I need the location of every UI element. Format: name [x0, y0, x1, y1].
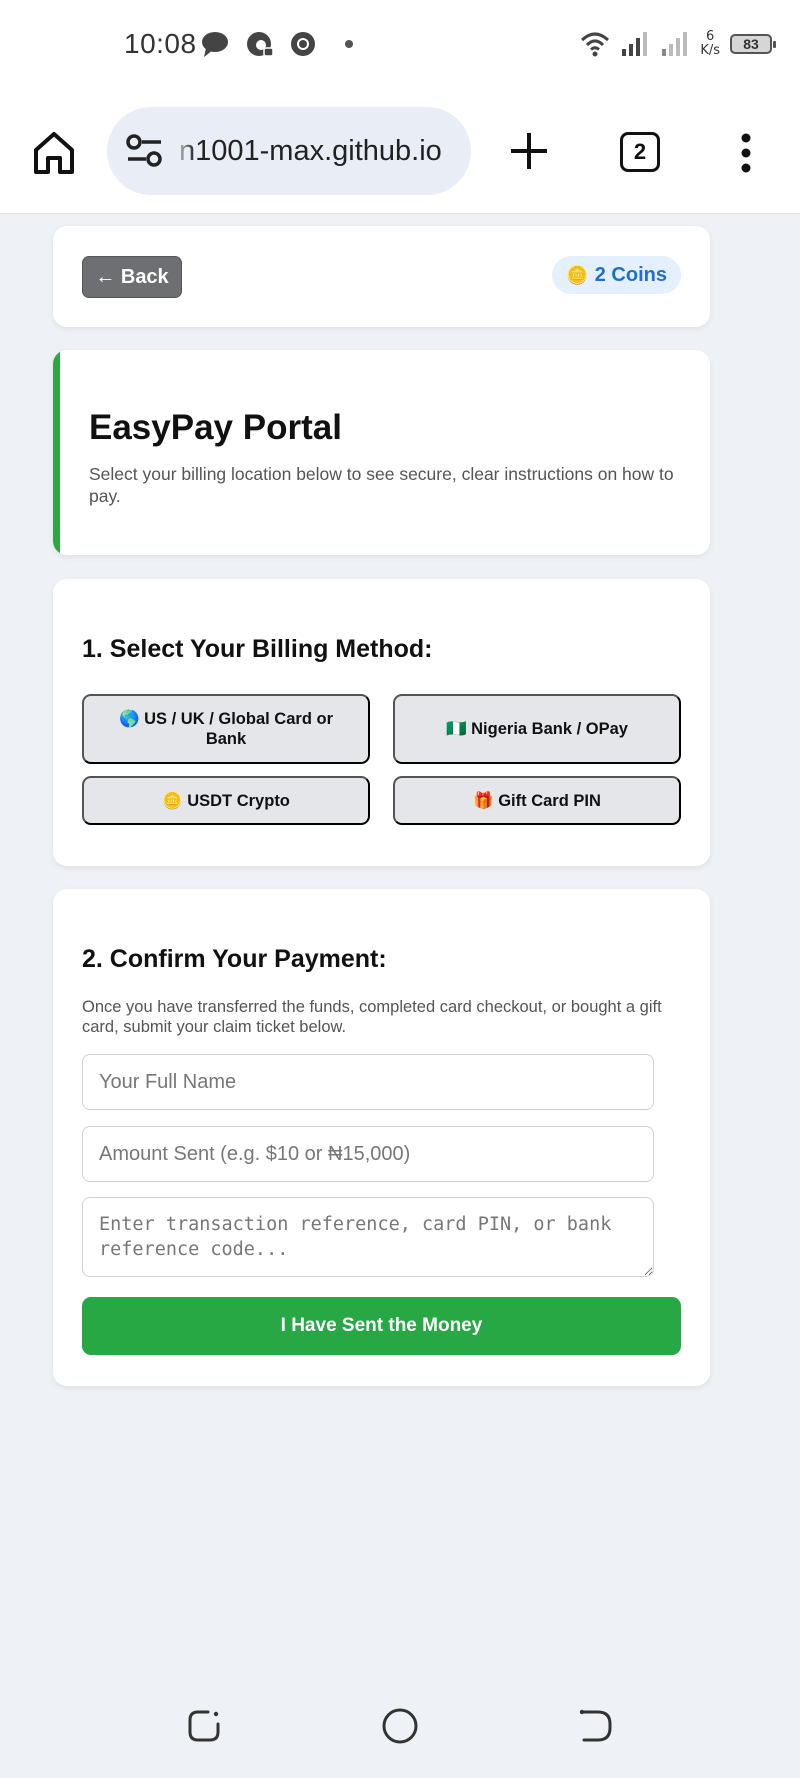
new-tab-icon[interactable] — [508, 130, 550, 172]
method-usdt-crypto-button[interactable]: 🪙 USDT Crypto — [82, 776, 370, 825]
wifi-icon — [581, 32, 610, 57]
tab-count: 2 — [633, 139, 647, 164]
hero-card: EasyPay Portal Select your billing locat… — [53, 350, 710, 555]
url-fade — [173, 107, 195, 195]
status-bar: 10:08 6 K/s 83 — [0, 0, 800, 92]
more-dot-icon — [345, 40, 353, 48]
confirm-section-title: 2. Confirm Your Payment: — [82, 945, 387, 973]
coins-label: 2 Coins — [594, 263, 667, 286]
full-name-input[interactable] — [82, 1054, 654, 1110]
chrome-icon — [291, 32, 315, 56]
url-text[interactable]: n1001-max.github.io — [179, 107, 442, 195]
amount-sent-input[interactable] — [82, 1126, 654, 1182]
signal-icon — [622, 32, 648, 56]
billing-method-card: 1. Select Your Billing Method: 🌎 US / UK… — [53, 579, 710, 866]
status-time: 10:08 — [124, 28, 197, 59]
browser-toolbar: n1001-max.github.io 2 — [0, 92, 800, 214]
method-global-card-bank-button[interactable]: 🌎 US / UK / Global Card or Bank — [82, 694, 370, 764]
address-bar[interactable]: n1001-max.github.io — [107, 107, 471, 195]
network-speed: 6 K/s — [700, 29, 720, 58]
page-title: EasyPay Portal — [89, 408, 342, 447]
header-card: ← Back 🪙 2 Coins — [53, 226, 710, 327]
hero-accent-bar — [53, 350, 60, 555]
tab-switcher-icon[interactable]: 2 — [620, 132, 660, 172]
more-menu-icon[interactable] — [734, 132, 758, 174]
battery-icon: 83 — [730, 34, 776, 54]
home-circle-icon[interactable] — [380, 1706, 420, 1746]
system-tray: 6 K/s 83 — [580, 26, 776, 62]
site-settings-icon[interactable] — [125, 133, 165, 169]
back-icon[interactable] — [576, 1706, 616, 1746]
chat-bubble-icon — [202, 32, 228, 57]
confirm-description: Once you have transferred the funds, com… — [82, 998, 662, 1036]
method-nigeria-bank-button[interactable]: 🇳🇬 Nigeria Bank / OPay — [393, 694, 681, 764]
coins-badge: 🪙 2 Coins — [552, 256, 681, 294]
back-button[interactable]: ← Back — [82, 256, 182, 298]
battery-level: 83 — [743, 36, 759, 52]
page-subtitle: Select your billing location below to se… — [89, 464, 674, 506]
confirm-payment-card: 2. Confirm Your Payment: Once you have t… — [53, 889, 710, 1386]
method-gift-card-button[interactable]: 🎁 Gift Card PIN — [393, 776, 681, 825]
coin-icon: 🪙 — [566, 264, 589, 285]
home-icon[interactable] — [30, 128, 78, 176]
recents-icon[interactable] — [184, 1706, 224, 1746]
submit-payment-button[interactable]: I Have Sent the Money — [82, 1297, 681, 1355]
transaction-reference-textarea[interactable] — [82, 1197, 654, 1277]
system-nav-bar — [0, 1690, 800, 1778]
signal-icon — [662, 32, 688, 56]
vpn-globe-icon — [247, 32, 274, 57]
billing-section-title: 1. Select Your Billing Method: — [82, 635, 433, 663]
